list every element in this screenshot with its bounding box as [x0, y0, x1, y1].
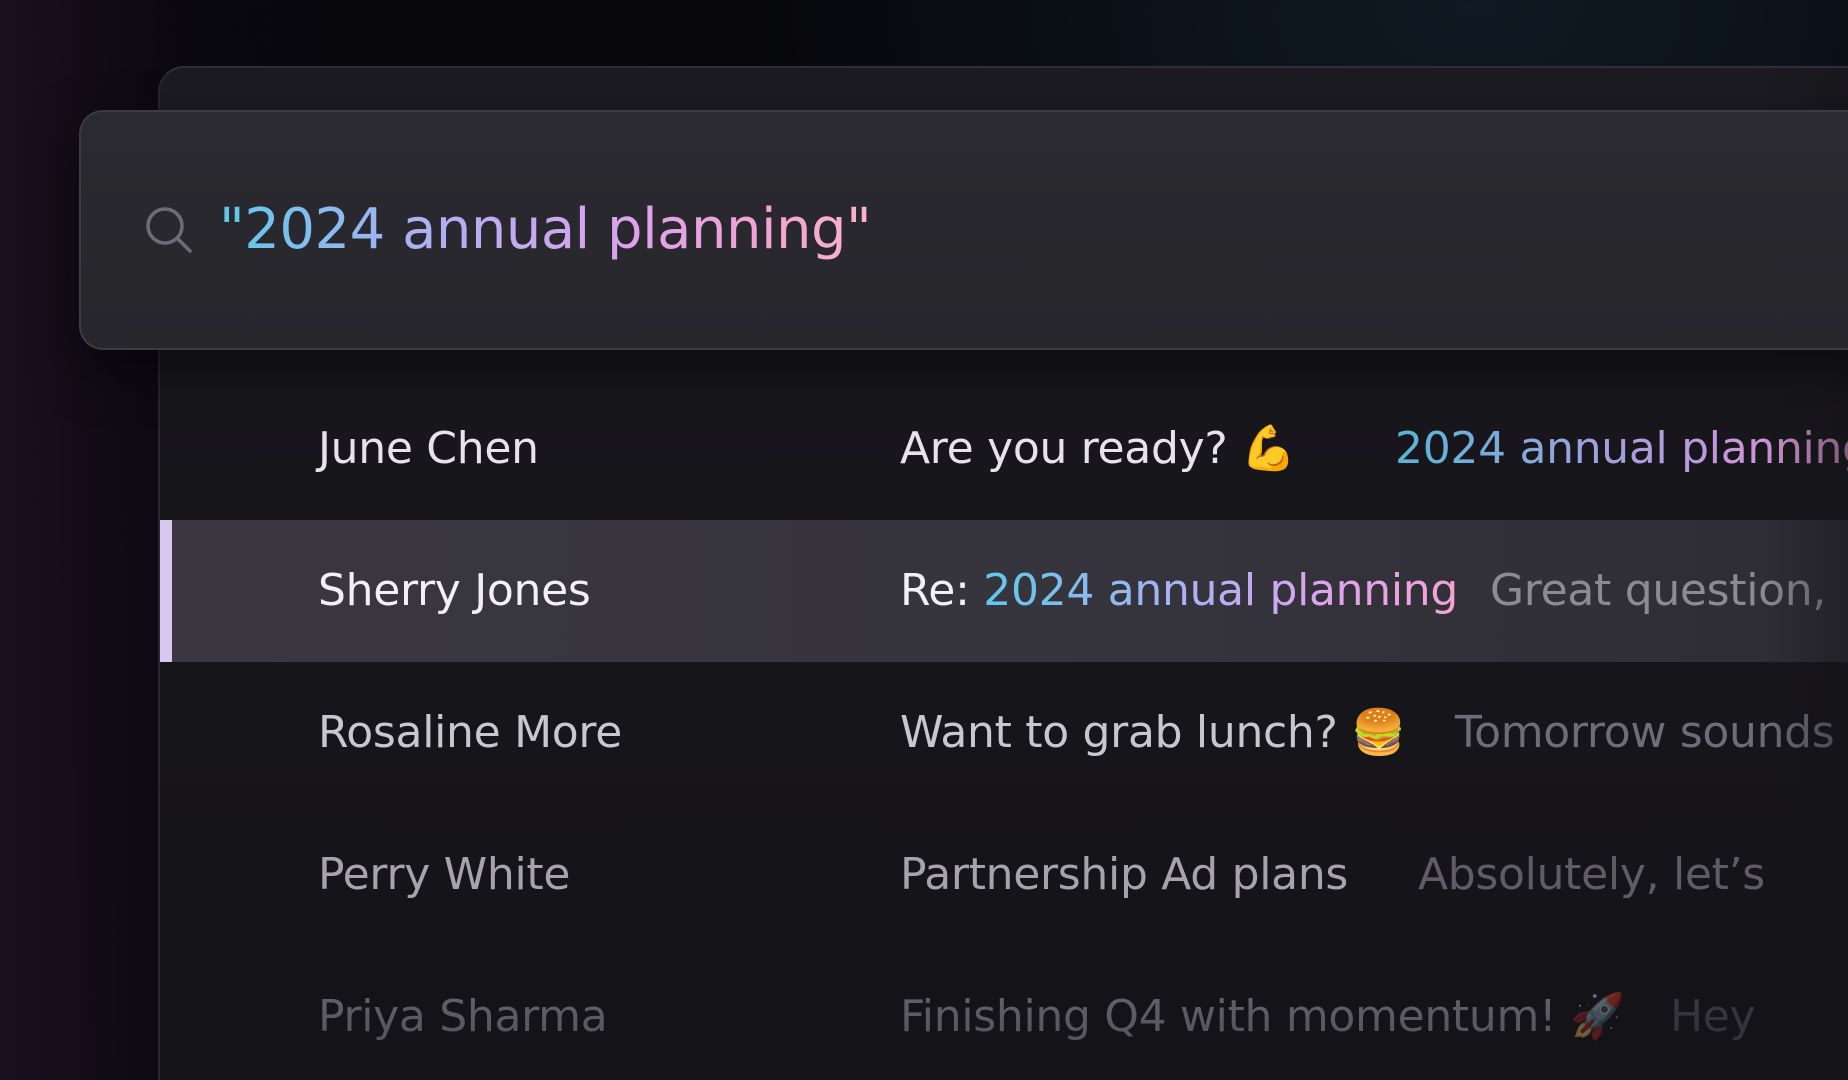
- email-sender: Priya Sharma: [318, 991, 608, 1042]
- email-subject: Finishing Q4 with momentum! 🚀: [900, 989, 1625, 1045]
- email-subject: Want to grab lunch? 🍔: [900, 705, 1406, 761]
- email-preview: Great question,: [1490, 565, 1827, 616]
- email-subject: Partnership Ad plans: [900, 849, 1349, 900]
- email-row[interactable]: Perry White Partnership Ad plans Absolut…: [160, 804, 1848, 946]
- email-subject: Re: 2024 annual planning: [900, 563, 1458, 619]
- email-sender: Perry White: [318, 849, 571, 900]
- selection-indicator: [160, 520, 172, 662]
- email-preview-highlight: 2024 annual planning: [1395, 421, 1848, 477]
- email-row[interactable]: Priya Sharma Finishing Q4 with momentum!…: [160, 946, 1848, 1080]
- email-subject: Are you ready? 💪: [900, 421, 1296, 477]
- email-sender: June Chen: [318, 423, 539, 474]
- subject-text: Want to grab lunch?: [900, 707, 1352, 758]
- email-row-selected[interactable]: Sherry Jones Re: 2024 annual planning Gr…: [160, 520, 1848, 662]
- email-preview: Absolutely, let’s: [1418, 849, 1765, 900]
- email-row[interactable]: Rosaline More Want to grab lunch? 🍔 Tomo…: [160, 662, 1848, 804]
- subject-text: Are you ready?: [900, 423, 1242, 474]
- search-bar[interactable]: "2024 annual planning": [79, 110, 1848, 350]
- subject-text: Finishing Q4 with momentum!: [900, 991, 1571, 1042]
- email-sender: Rosaline More: [318, 707, 622, 758]
- subject-highlight: 2024 annual planning: [983, 565, 1458, 616]
- subject-prefix: Re:: [900, 565, 984, 616]
- search-input[interactable]: "2024 annual planning": [219, 194, 872, 266]
- email-row[interactable]: June Chen Are you ready? 💪 2024 annual p…: [160, 378, 1848, 520]
- hamburger-emoji: 🍔: [1351, 707, 1406, 758]
- email-sender: Sherry Jones: [318, 565, 591, 616]
- search-icon: [146, 207, 192, 253]
- email-preview: Tomorrow sounds: [1455, 707, 1835, 758]
- email-preview: Hey: [1670, 991, 1756, 1042]
- flexed-biceps-emoji: 💪: [1241, 423, 1296, 474]
- rocket-emoji: 🚀: [1570, 991, 1625, 1042]
